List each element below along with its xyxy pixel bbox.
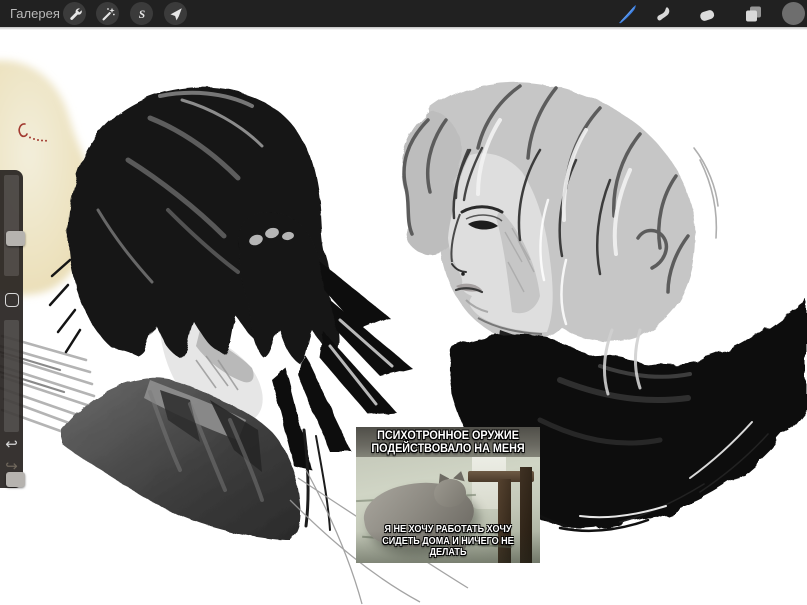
meme-cat-ear	[453, 469, 467, 482]
smudge-tool-button[interactable]	[652, 3, 674, 25]
actions-button[interactable]	[63, 2, 86, 25]
drawing-canvas[interactable]: ПСИХОТРОННОЕ ОРУЖИЕ ПОДЕЙСТВОВАЛО НА МЕН…	[0, 0, 807, 605]
redo-button[interactable]: ↪	[0, 458, 23, 476]
top-toolbar: Галерея S	[0, 0, 807, 30]
transform-arrow-icon	[169, 7, 182, 20]
meme-top-caption: ПСИХОТРОННОЕ ОРУЖИЕ ПОДЕЙСТВОВАЛО НА МЕН…	[365, 428, 531, 456]
meme-bottom-caption: Я НЕ ХОЧУ РАБОТАТЬ ХОЧУ СИДЕТЬ ДОМА И НИ…	[369, 522, 527, 559]
meme-image-layer: ПСИХОТРОННОЕ ОРУЖИЕ ПОДЕЙСТВОВАЛО НА МЕН…	[356, 427, 540, 563]
meme-curtain	[472, 457, 506, 509]
opacity-slider[interactable]	[4, 320, 25, 487]
undo-button[interactable]: ↩	[0, 436, 23, 454]
brush-sidebar: ↩ ↪	[0, 170, 25, 488]
adjustments-button[interactable]	[96, 2, 119, 25]
wrench-icon	[69, 7, 82, 20]
svg-text:S: S	[138, 9, 144, 21]
undo-arrow-icon: ↩	[5, 436, 18, 453]
transform-button[interactable]	[164, 2, 187, 25]
meme-bottom-caption-line1: Я НЕ ХОЧУ РАБОТАТЬ ХОЧУ	[384, 522, 512, 535]
selection-button[interactable]: S	[130, 2, 153, 25]
brush-size-slider[interactable]	[4, 175, 25, 276]
meme-couch-seam	[356, 493, 476, 503]
color-swatch-button[interactable]	[782, 2, 805, 25]
modify-button[interactable]	[5, 293, 19, 307]
meme-top-caption-line2: ПОДЕЙСТВОВАЛО НА МЕНЯ	[371, 441, 525, 456]
redo-arrow-icon: ↪	[5, 458, 18, 475]
magic-wand-icon	[101, 7, 115, 20]
procreate-screen: ПСИХОТРОННОЕ ОРУЖИЕ ПОДЕЙСТВОВАЛО НА МЕН…	[0, 0, 807, 605]
gallery-button[interactable]: Галерея	[10, 0, 60, 27]
layers-icon	[746, 6, 761, 22]
layers-button[interactable]	[742, 3, 764, 25]
paintbrush-stroke-icon	[619, 5, 636, 24]
meme-cat-ear	[434, 470, 450, 485]
meme-bottom-caption-line2: СИДЕТЬ ДОМА И НИЧЕГО НЕ ДЕЛАТЬ	[382, 534, 514, 559]
erase-tool-button[interactable]	[696, 3, 718, 25]
paint-tool-button[interactable]	[616, 3, 638, 25]
brush-size-slider-handle[interactable]	[6, 231, 25, 246]
meme-chair-bar	[468, 471, 534, 482]
meme-cat-head	[432, 476, 468, 510]
selection-s-icon: S	[138, 9, 144, 21]
smudge-finger-icon	[657, 7, 670, 21]
eraser-icon	[700, 10, 715, 21]
